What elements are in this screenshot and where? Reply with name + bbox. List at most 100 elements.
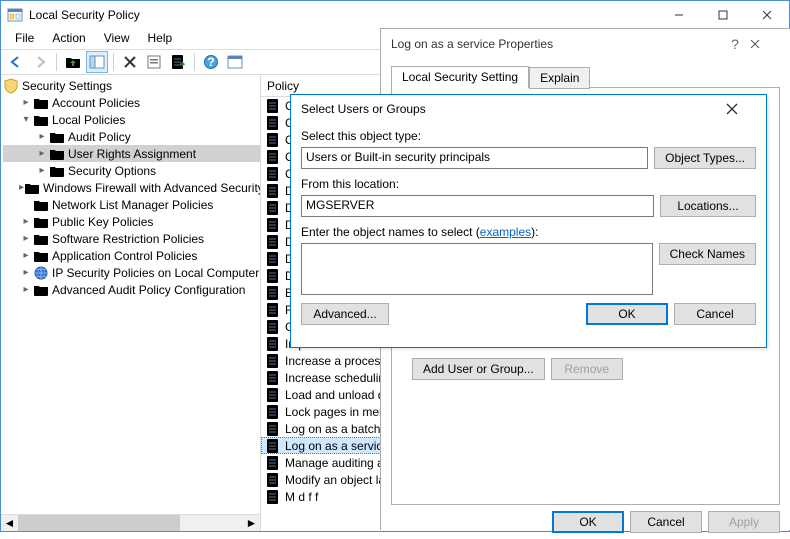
object-types-button[interactable]: Object Types... xyxy=(654,147,756,169)
tree-item[interactable]: ▸User Rights Assignment xyxy=(3,145,260,162)
tree-item[interactable]: ▸Windows Firewall with Advanced Security xyxy=(3,179,260,196)
tab-explain[interactable]: Explain xyxy=(529,67,590,89)
maximize-button[interactable] xyxy=(701,1,745,29)
show-hide-tree-button[interactable] xyxy=(86,51,108,73)
close-button[interactable] xyxy=(745,1,789,29)
tree-item[interactable]: ▸Application Control Policies xyxy=(3,247,260,264)
policy-icon xyxy=(265,166,281,182)
back-button[interactable] xyxy=(5,51,27,73)
twisty-icon[interactable]: ▸ xyxy=(35,148,49,159)
list-item-label: Log on as a service xyxy=(285,439,389,453)
refresh-button[interactable] xyxy=(224,51,246,73)
twisty-icon[interactable]: ▸ xyxy=(19,284,33,295)
minimize-button[interactable] xyxy=(657,1,701,29)
help-button[interactable]: ? xyxy=(200,51,222,73)
tree-item[interactable]: ▾Local Policies xyxy=(3,111,260,128)
tree-item[interactable]: Network List Manager Policies xyxy=(3,196,260,213)
main-titlebar: Local Security Policy xyxy=(1,1,789,29)
list-item-label: M d f f xyxy=(285,490,318,504)
menu-help[interactable]: Help xyxy=(140,29,181,49)
policy-icon xyxy=(265,183,281,199)
add-user-or-group-button[interactable]: Add User or Group... xyxy=(412,358,545,380)
app-icon xyxy=(7,7,23,23)
location-field: MGSERVER xyxy=(301,195,654,217)
export-button[interactable] xyxy=(167,51,189,73)
policy-icon xyxy=(265,489,281,505)
menu-action[interactable]: Action xyxy=(44,29,93,49)
tree-item[interactable]: ▸Audit Policy xyxy=(3,128,260,145)
folder-icon xyxy=(33,112,49,128)
twisty-icon[interactable]: ▸ xyxy=(35,165,49,176)
twisty-icon[interactable]: ▾ xyxy=(19,114,33,125)
policy-icon xyxy=(265,268,281,284)
object-type-field: Users or Built-in security principals xyxy=(301,147,648,169)
svg-text:?: ? xyxy=(207,55,214,69)
list-item-label: Manage auditing an xyxy=(285,456,390,470)
tree-item[interactable]: ▸ Security Options xyxy=(3,162,260,179)
tree-item-label: Security Options xyxy=(68,164,156,178)
properties-dialog-title: Log on as a service Properties xyxy=(391,37,720,51)
properties-close-button[interactable] xyxy=(750,39,790,49)
menu-file[interactable]: File xyxy=(7,29,42,49)
properties-button[interactable] xyxy=(143,51,165,73)
list-item-label: Increase scheduling xyxy=(285,371,392,385)
tree-item-label: Windows Firewall with Advanced Security xyxy=(43,181,261,195)
tree-root-label[interactable]: Security Settings xyxy=(22,79,112,93)
policy-icon xyxy=(265,217,281,233)
globe-icon xyxy=(33,265,49,281)
policy-icon xyxy=(265,98,281,114)
tree-item[interactable]: ▸ Account Policies xyxy=(3,94,260,111)
properties-help-button[interactable]: ? xyxy=(720,36,750,52)
remove-button: Remove xyxy=(551,358,623,380)
tree-hscroll[interactable]: ◄ ► xyxy=(1,514,260,531)
tab-local-security-setting[interactable]: Local Security Setting xyxy=(391,66,529,88)
select-users-dialog: Select Users or Groups Select this objec… xyxy=(290,94,767,348)
policy-icon xyxy=(265,455,281,471)
select-cancel-button[interactable]: Cancel xyxy=(674,303,756,325)
location-label: From this location: xyxy=(301,177,756,191)
tree-item[interactable]: ▸IP Security Policies on Local Computer xyxy=(3,264,260,281)
check-names-button[interactable]: Check Names xyxy=(659,243,756,265)
select-ok-button[interactable]: OK xyxy=(586,303,668,325)
tree-item[interactable]: ▸Software Restriction Policies xyxy=(3,230,260,247)
policy-icon xyxy=(265,132,281,148)
forward-button[interactable] xyxy=(29,51,51,73)
select-dialog-close-button[interactable] xyxy=(726,103,766,115)
properties-cancel-button[interactable]: Cancel xyxy=(630,511,702,533)
twisty-icon[interactable]: ▸ xyxy=(35,131,49,142)
menu-view[interactable]: View xyxy=(96,29,138,49)
policy-icon xyxy=(265,251,281,267)
twisty-icon[interactable]: ▸ xyxy=(19,216,33,227)
up-button[interactable] xyxy=(62,51,84,73)
policy-icon xyxy=(265,149,281,165)
policy-icon xyxy=(265,115,281,131)
delete-button[interactable] xyxy=(119,51,141,73)
twisty-icon[interactable]: ▸ xyxy=(19,97,33,108)
twisty-icon[interactable]: ▸ xyxy=(19,233,33,244)
policy-icon xyxy=(265,438,281,454)
locations-button[interactable]: Locations... xyxy=(660,195,756,217)
advanced-button[interactable]: Advanced... xyxy=(301,303,389,325)
tree-item[interactable]: ▸Advanced Audit Policy Configuration xyxy=(3,281,260,298)
tree-item[interactable]: ▸Public Key Policies xyxy=(3,213,260,230)
folder-icon xyxy=(33,197,49,213)
scroll-right-icon[interactable]: ► xyxy=(243,515,260,531)
object-type-label: Select this object type: xyxy=(301,129,756,143)
policy-icon xyxy=(265,319,281,335)
scroll-left-icon[interactable]: ◄ xyxy=(1,515,18,531)
app-title: Local Security Policy xyxy=(29,8,657,22)
folder-icon xyxy=(24,180,40,196)
examples-link[interactable]: examples xyxy=(480,225,531,239)
policy-icon xyxy=(265,200,281,216)
twisty-icon[interactable]: ▸ xyxy=(19,250,33,261)
twisty-icon[interactable]: ▸ xyxy=(19,267,33,278)
policy-icon xyxy=(265,370,281,386)
object-names-input[interactable] xyxy=(301,243,653,295)
properties-apply-button: Apply xyxy=(708,511,780,533)
object-names-label: Enter the object names to select (exampl… xyxy=(301,225,756,239)
tree-root[interactable]: Security Settings xyxy=(3,77,260,94)
properties-ok-button[interactable]: OK xyxy=(552,511,624,533)
list-item-label: Modify an object lab xyxy=(285,473,392,487)
folder-icon xyxy=(33,231,49,247)
tree-item-label: Account Policies xyxy=(52,96,140,110)
